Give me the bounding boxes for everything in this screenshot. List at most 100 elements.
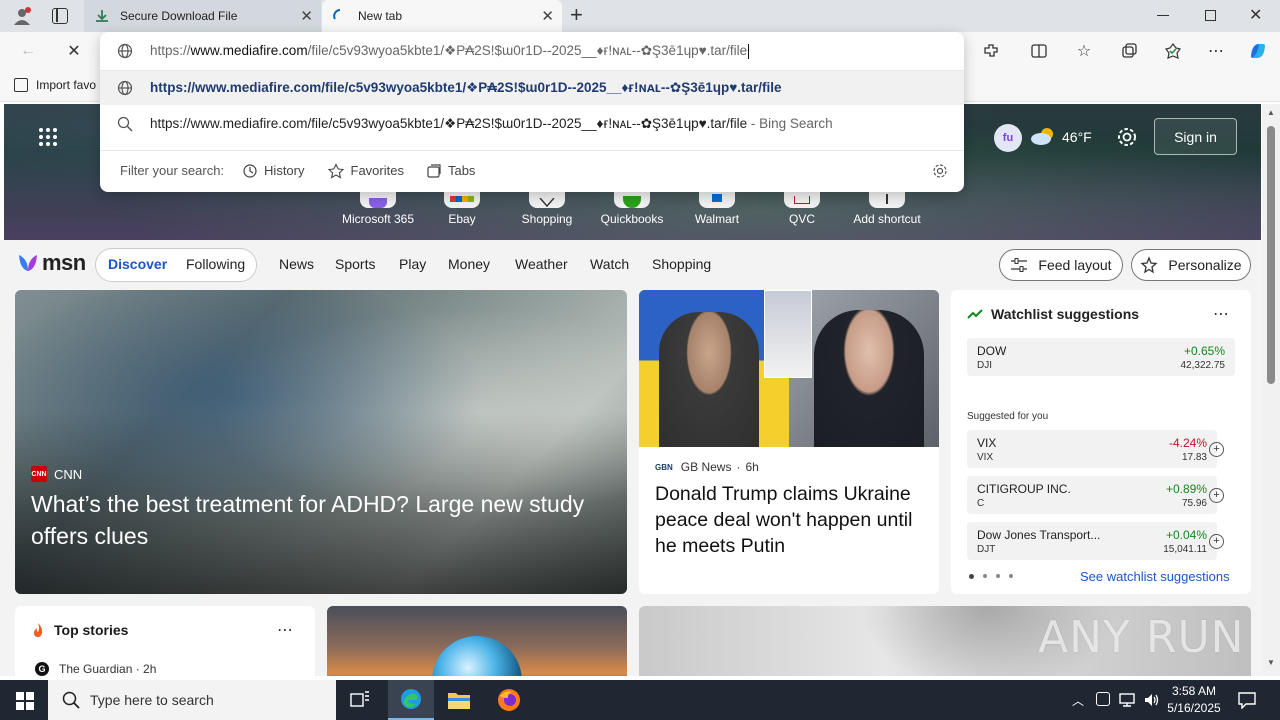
shortcut-microsoft-365[interactable]: Microsoft 365 [338,186,418,226]
network-icon[interactable] [1118,692,1136,711]
task-view-icon[interactable] [350,691,370,712]
stock-price: 42,322.75 [1180,360,1226,371]
shortcut-walmart[interactable]: Walmart [677,186,757,226]
story-headline[interactable]: Donald Trump claims Ukraine peace deal w… [655,481,930,559]
taskbar-file-explorer-icon[interactable] [447,690,471,713]
nav-money[interactable]: Money [448,256,490,272]
watchlist-row[interactable]: CITIGROUP INC. C +0.89% 75.96 [967,476,1217,514]
more-menu-icon[interactable]: ⋯ [1200,35,1232,67]
shortcut-qvc[interactable]: QVC [762,186,842,226]
favorites-icon[interactable]: ☆ [1068,35,1100,67]
watchlist-row[interactable]: Dow Jones Transport... DJT +0.04% 15,041… [967,522,1217,560]
volume-icon[interactable] [1143,692,1161,711]
story-age: 6h [745,460,759,474]
nav-sports[interactable]: Sports [335,256,375,272]
clock-date: 5/16/2025 [1167,701,1221,715]
settings-gear-icon[interactable] [932,163,948,182]
filter-history[interactable]: History [242,163,305,179]
source-name: GB News [680,460,732,474]
scroll-down-icon[interactable]: ▼ [1267,658,1275,667]
personalize-button[interactable]: Personalize [1131,249,1251,281]
see-watchlist-link[interactable]: See watchlist suggestions [1080,569,1230,584]
stock-change: +0.89% [1165,482,1207,496]
watchlist-more-icon[interactable]: ⋯ [1213,304,1229,324]
nav-weather[interactable]: Weather [515,256,568,272]
search-icon [100,116,150,132]
minimize-icon[interactable] [1157,15,1169,16]
apps-launcher-icon[interactable] [38,127,58,147]
story-card-crystal-ball[interactable] [327,606,627,676]
add-to-watchlist-icon[interactable]: + [1209,442,1224,457]
nav-shopping[interactable]: Shopping [652,256,711,272]
add-to-watchlist-icon[interactable]: + [1209,488,1224,503]
address-input[interactable]: https://www.mediafire.com/file/c5v93wyoa… [100,34,964,68]
close-window-icon[interactable]: ✕ [1249,5,1262,25]
clock[interactable]: 3:58 AM 5/16/2025 [1166,683,1222,717]
address-prefix: https:// [150,43,191,58]
new-tab-icon[interactable]: + [570,4,592,26]
add-to-watchlist-icon[interactable]: + [1209,534,1224,549]
collections-icon[interactable] [1113,35,1145,67]
copilot-icon[interactable] [1242,35,1274,67]
close-tab-icon[interactable]: ✕ [541,7,554,25]
nav-watch[interactable]: Watch [590,256,629,272]
second-story-card[interactable]: GBN GB News · 6h Donald Trump claims Ukr… [639,290,939,594]
tab-secure-download[interactable]: Secure Download File ✕ [84,0,321,32]
split-screen-icon[interactable] [1023,35,1055,67]
shortcut-quickbooks[interactable]: Quickbooks [592,186,672,226]
browser-essentials-icon[interactable] [1157,35,1189,67]
shortcut-shopping[interactable]: Shopping [507,186,587,226]
nav-news[interactable]: News [279,256,314,272]
scroll-up-icon[interactable]: ▲ [1267,108,1275,117]
story-headline[interactable]: What’s the best treatment for ADHD? Larg… [31,488,601,552]
extensions-icon[interactable] [975,35,1007,67]
watchlist-row[interactable]: VIX VIX -4.24% 17.83 [967,430,1217,468]
shortcut-label: Quickbooks [600,212,664,226]
tab-new-tab[interactable]: New tab ✕ [322,0,562,32]
page-scrollbar[interactable]: ▲ ▼ [1262,104,1280,676]
stock-name: Dow Jones Transport... [977,528,1101,542]
sign-in-button[interactable]: Sign in [1154,118,1237,155]
carousel-dots[interactable] [969,574,1013,579]
import-favorites-link[interactable]: Import favo [14,78,96,92]
url-suggestion[interactable]: https://www.mediafire.com/file/c5v93wyoa… [100,71,964,105]
feed-layout-button[interactable]: Feed layout [999,249,1123,281]
filter-history-label: History [264,163,305,178]
taskbar-firefox-icon[interactable] [497,688,521,715]
globe-icon [100,43,150,59]
taskbar-edge-icon[interactable] [388,680,434,720]
tab-actions-icon[interactable] [52,8,68,24]
close-tab-icon[interactable]: ✕ [300,7,313,25]
show-hidden-icons[interactable]: ︿ [1072,692,1084,709]
story-source: CNN CNN [31,466,82,482]
shortcut-label: Walmart [694,212,740,226]
notifications-icon[interactable] [1238,691,1256,712]
watchlist-row-main[interactable]: DOW DJI +0.65% 42,322.75 [967,338,1235,376]
rewards-icon[interactable]: fu [994,124,1022,152]
search-suggestion[interactable]: https://www.mediafire.com/file/c5v93wyoa… [100,107,964,141]
filter-tabs[interactable]: Tabs [426,163,475,179]
nav-play[interactable]: Play [399,256,426,272]
tab-following[interactable]: Following [186,256,245,272]
tray-icon-1[interactable] [1096,692,1110,706]
msn-logo[interactable]: msn [16,250,86,276]
shortcut-add[interactable]: Add shortcut [847,186,927,226]
settings-icon[interactable] [1116,126,1138,151]
guardian-logo-icon: G [35,662,49,676]
main-story-card[interactable]: CNN CNN What’s the best treatment for AD… [15,290,627,594]
source-name: CNN [54,466,83,482]
stock-price: 17.83 [1181,452,1207,463]
weather-temp[interactable]: 46°F [1062,129,1092,145]
gb-news-logo-icon: GBN [655,462,673,472]
tab-discover[interactable]: Discover [108,256,167,272]
shortcut-ebay[interactable]: Ebay [422,186,502,226]
stop-icon[interactable]: ✕ [58,35,90,67]
taskbar-search-box[interactable]: Type here to search [48,680,336,720]
filter-favorites[interactable]: Favorites [327,162,404,179]
scroll-thumb[interactable] [1267,126,1275,384]
top-stories-more-icon[interactable]: ⋯ [277,620,293,640]
profile-icon[interactable] [12,6,32,26]
back-icon[interactable]: ← [12,35,44,67]
start-windows-icon[interactable] [16,692,34,713]
restore-icon[interactable] [1205,10,1216,21]
